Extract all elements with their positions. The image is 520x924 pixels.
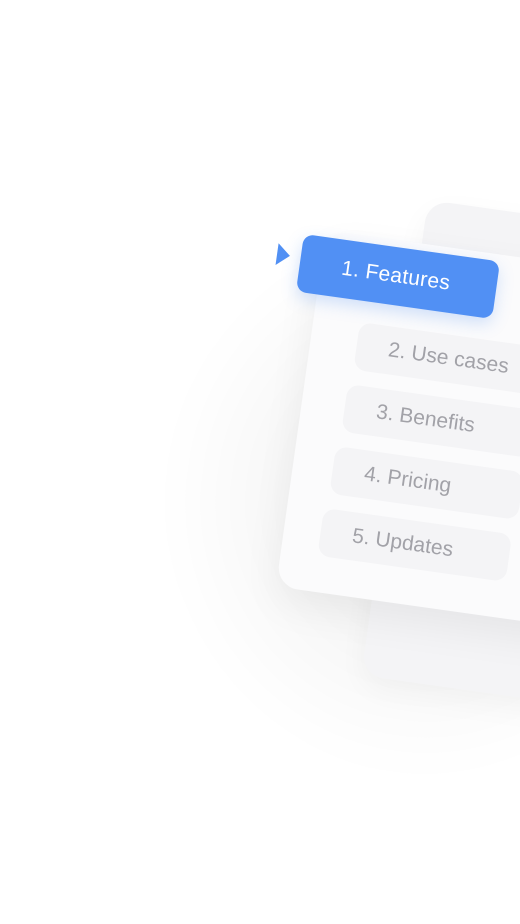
stage: 1. Features 2. Use cases 3. Benefits 4. … <box>0 0 520 924</box>
triangle-right-icon <box>275 243 292 267</box>
menu-group: 1. Features 2. Use cases 3. Benefits 4. … <box>0 0 520 924</box>
